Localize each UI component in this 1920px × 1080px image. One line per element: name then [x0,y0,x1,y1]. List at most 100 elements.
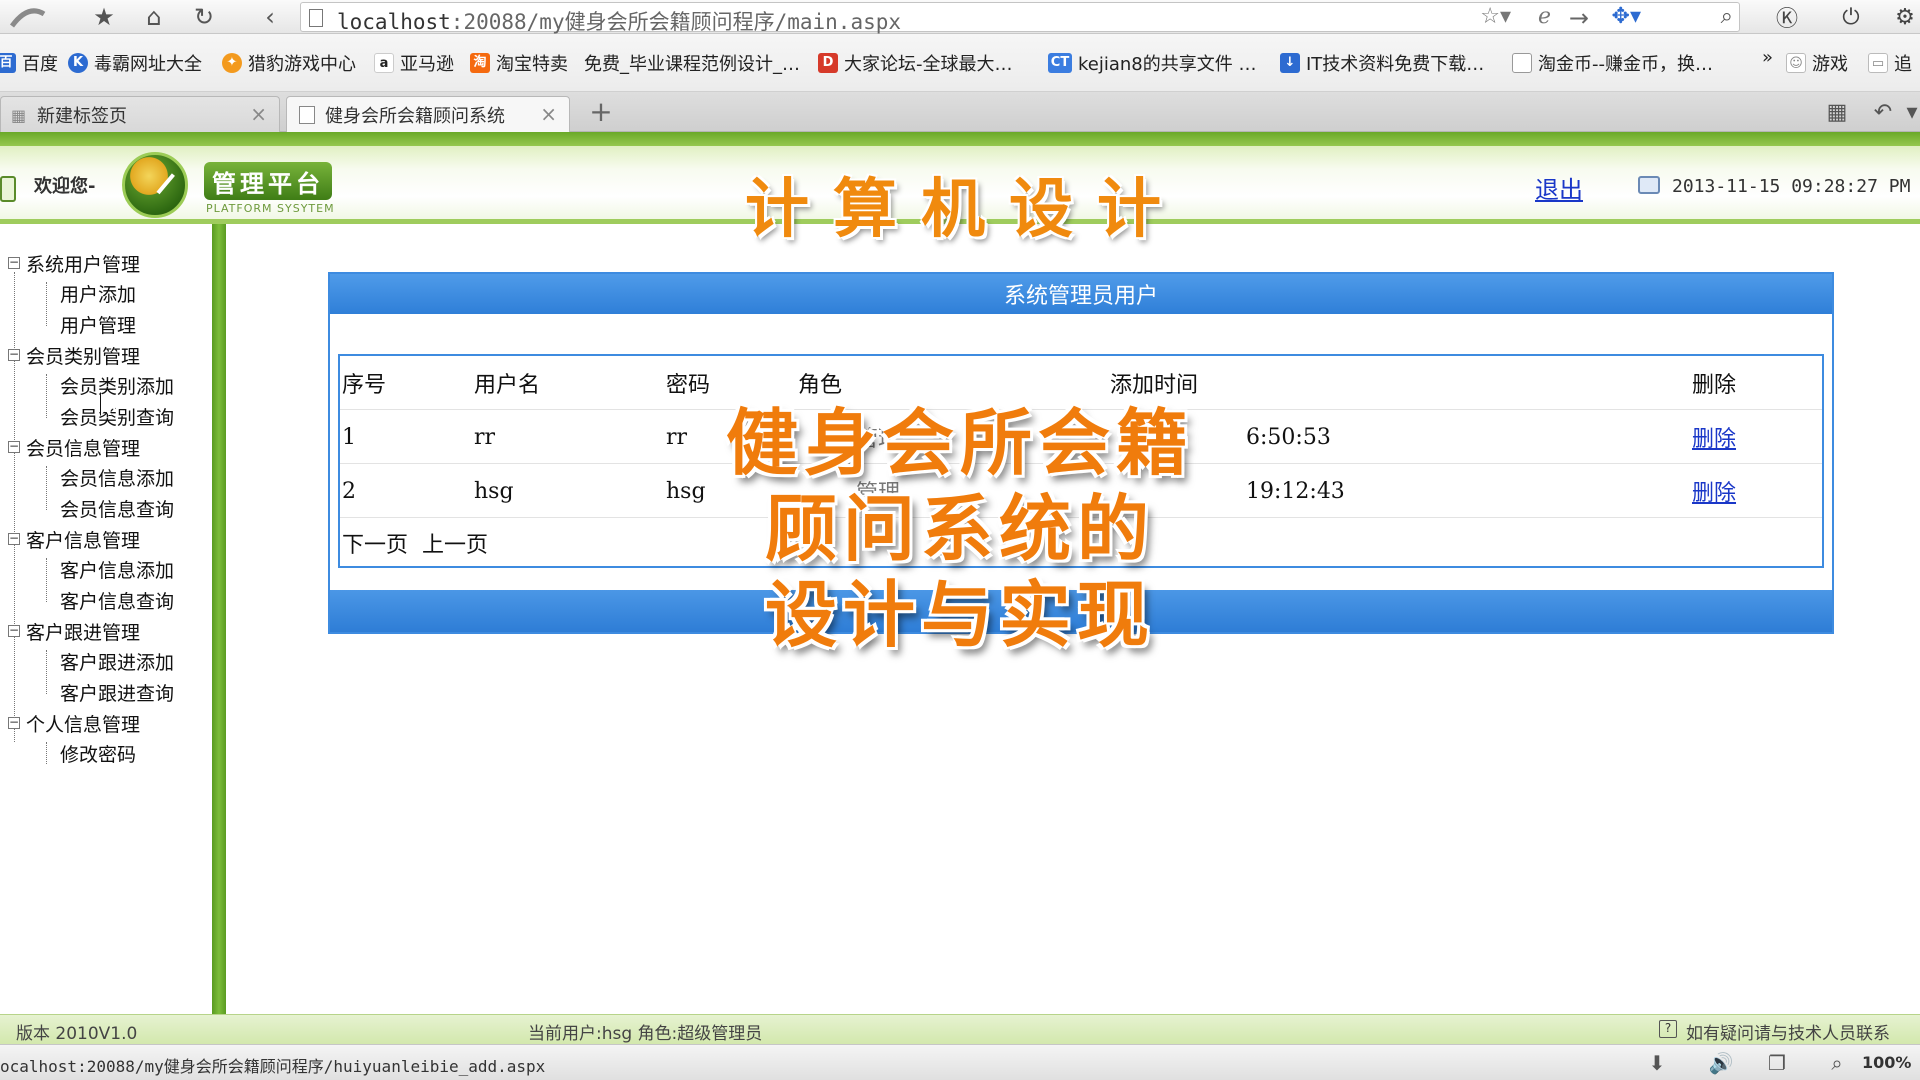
sidebar-item-label: 会员信息添加 [60,467,175,490]
sidebar-item-label: 用户添加 [60,283,137,306]
sidebar-group-personal-info[interactable]: − 个人信息管理 [8,710,140,736]
collapse-icon[interactable]: − [8,716,20,729]
bookmark-baidu[interactable]: 百百度 [0,50,58,76]
sidebar-item-member-info-add[interactable]: 会员信息添加 [60,464,174,490]
undo-close-tab-icon[interactable]: ↶ [1866,96,1900,128]
cell-add-time: 19:12:43 [1246,478,1345,504]
tab-menu-chevron-icon[interactable]: ▾ [1904,96,1920,128]
sidebar-item-member-info-query[interactable]: 会员信息查询 [60,495,174,521]
collapse-icon[interactable]: − [8,440,20,453]
ie-compat-icon[interactable]: ℯ [1538,4,1551,29]
tab-strip: ▦ 新建标签页 × 健身会所会籍顾问系统 × [0,92,1920,132]
game-icon: ☺ [1786,53,1806,73]
bookmark-label: 猎豹游戏中心 [248,54,356,75]
sidebar-group-system-users[interactable]: − 系统用户管理 [8,250,140,276]
sidebar-group-member-info[interactable]: − 会员信息管理 [8,434,140,460]
tab-fitness-system[interactable]: 健身会所会籍顾问系统 × [286,96,570,132]
download-icon: ↓ [1280,53,1300,73]
sidebar-item-user-manage[interactable]: 用户管理 [60,311,136,337]
go-arrow-icon[interactable]: → [1569,4,1589,32]
page-icon [299,105,315,124]
bookmark-graduation-design[interactable]: 免费_毕业课程范例设计_… [584,50,800,76]
liebao-icon: ✦ [222,53,242,73]
page-icon [1512,53,1532,73]
volume-icon[interactable]: 🔊 [1706,1049,1736,1077]
sidebar-group-member-category[interactable]: − 会员类别管理 [8,342,140,368]
collapse-icon[interactable]: − [8,624,20,637]
next-page-link[interactable]: 下一页 [342,527,408,559]
bookmark-label: » [1762,46,1774,68]
current-user-text: 当前用户:hsg 角色:超级管理员 [528,1024,763,1044]
sidebar-group-label: 会员信息管理 [26,437,141,460]
overlay-caption-title: 计算机设计 [745,173,1185,247]
bookmark-games[interactable]: ☺ 游戏 [1786,50,1848,76]
back-circle-icon[interactable] [6,0,50,34]
close-icon[interactable]: × [250,102,267,126]
new-tab-plus-icon[interactable]: + [584,94,618,128]
bookmark-amazon[interactable]: a 亚马逊 [374,50,454,76]
search-icon[interactable]: ⌕ [1721,4,1733,29]
favorites-star-icon[interactable]: ★ [84,0,124,34]
ct-icon: CT [1048,53,1072,73]
bookmark-forum[interactable]: D 大家论坛-全球最大… [818,50,1013,76]
collapse-icon[interactable]: − [8,348,20,361]
baidu-paw-icon[interactable]: ✥▾ [1612,4,1641,29]
collapse-icon[interactable]: − [8,256,20,269]
bookmark-it-download[interactable]: ↓ IT技术资料免费下载… [1280,50,1484,76]
bookmark-star-icon[interactable]: ☆▾ [1480,4,1511,29]
bookmark-liebao-games[interactable]: ✦ 猎豹游戏中心 [222,50,356,76]
delete-link[interactable]: 删除 [1692,421,1736,453]
page-icon [309,9,323,27]
sidebar-group-customer-followup[interactable]: − 客户跟进管理 [8,618,140,644]
power-icon[interactable]: ⏻ [1830,0,1872,34]
tab-grid-icon[interactable]: ▦ [1820,96,1854,128]
sidebar-group-customer-info[interactable]: − 客户信息管理 [8,526,140,552]
bookmark-label: 追 [1894,54,1912,75]
logout-link[interactable]: 退出 [1535,170,1583,205]
sidebar-item-customer-info-add[interactable]: 客户信息添加 [60,556,174,582]
prev-page-link[interactable]: 上一页 [422,527,488,559]
sidebar-divider[interactable] [212,224,226,1014]
sidebar-item-member-category-add[interactable]: 会员类别添加 [60,372,174,398]
download-icon[interactable]: ⬇ [1642,1049,1672,1077]
sidebar-item-member-category-query[interactable]: 会员类别查询 [60,403,174,429]
settings-icon[interactable]: ⚙ [1884,0,1920,34]
collapse-icon[interactable]: − [8,532,20,545]
delete-link[interactable]: 删除 [1692,475,1736,507]
sidebar-item-user-add[interactable]: 用户添加 [60,280,136,306]
window-icon[interactable]: ❐ [1762,1049,1792,1077]
address-bar[interactable]: localhost:20088/my健身会所会籍顾问程序/main.aspx ☆… [300,2,1740,34]
close-icon[interactable]: × [540,102,557,126]
bookmark-taojinbi[interactable]: 淘金币--赚金币，换… [1512,50,1713,76]
forum-icon: D [818,53,838,73]
k-extension-icon[interactable]: Ⓚ [1766,0,1808,34]
bookmark-label: 毒霸网址大全 [94,54,202,75]
bookmark-label: 百度 [22,54,58,75]
overlay-caption-line: 健身会所会籍 [725,401,1194,485]
bookmark-zhui[interactable]: ▭ 追 [1868,50,1912,76]
cell-username: hsg [474,478,514,504]
home-icon[interactable]: ⌂ [134,0,174,34]
bookmark-taobao[interactable]: 淘淘宝特卖 [470,50,568,76]
zoom-icon[interactable]: ⌕ [1822,1049,1852,1077]
tree-line [46,742,47,764]
bookmark-kejian8[interactable]: CT kejian8的共享文件 … [1048,50,1256,76]
address-url[interactable]: localhost:20088/my健身会所会籍顾问程序/main.aspx [337,6,901,36]
tab-new-tab[interactable]: ▦ 新建标签页 × [0,96,280,132]
tree-line [46,466,47,510]
bookmark-label: kejian8的共享文件 … [1078,54,1257,75]
bookmarks-overflow-chevron[interactable]: » [1762,44,1773,70]
welcome-text: 欢迎您- [34,176,96,197]
sidebar-item-customer-info-query[interactable]: 客户信息查询 [60,587,174,613]
sidebar-item-label: 客户信息查询 [60,590,175,613]
back-arrow-icon[interactable]: ‹ [250,0,290,34]
sidebar-item-customer-followup-add[interactable]: 客户跟进添加 [60,648,174,674]
bookmark-duba[interactable]: K 毒霸网址大全 [68,50,202,76]
tree-line [46,558,47,602]
sidebar-item-change-password[interactable]: 修改密码 [60,740,136,766]
sidebar-item-customer-followup-query[interactable]: 客户跟进查询 [60,679,174,705]
version-text: 版本 2010V1.0 [16,1024,138,1044]
bookmark-label: 淘宝特卖 [496,54,568,75]
refresh-icon[interactable]: ↻ [184,0,224,34]
zoom-level[interactable]: 100% [1862,1053,1911,1072]
